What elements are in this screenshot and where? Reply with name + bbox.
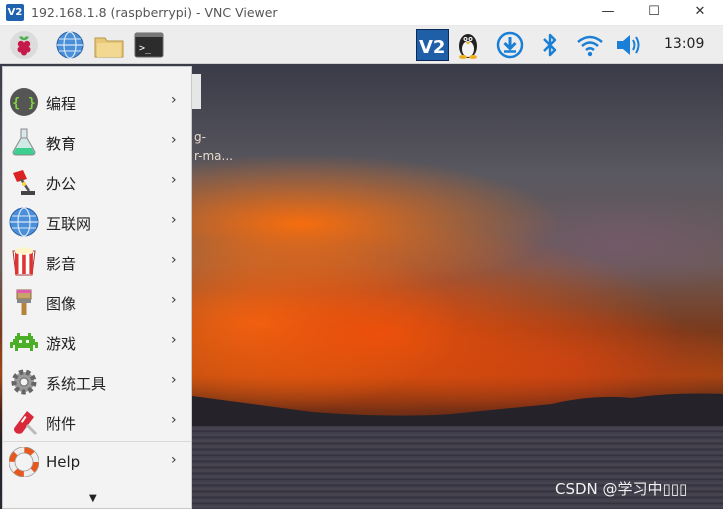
background-window-edge	[192, 74, 201, 109]
application-menu: { } 编程 › 教育 › 办公 › 互联网 › 影音 › 图像 › 游戏 › …	[2, 66, 192, 509]
system-tools-icon	[11, 369, 37, 395]
raspberry-menu-icon[interactable]	[9, 30, 39, 60]
menu-item-label: 游戏	[46, 335, 77, 353]
programming-glyph: { }	[12, 96, 35, 111]
menu-item-programming[interactable]: { } 编程 ›	[3, 83, 191, 121]
submenu-arrow-icon: ›	[171, 92, 177, 108]
background-text-line-2: r-ma...	[194, 149, 233, 163]
maximize-button[interactable]: ☐	[631, 0, 677, 26]
menu-item-office[interactable]: 办公 ›	[3, 163, 191, 201]
programming-icon: { }	[10, 88, 38, 116]
menu-item-system-tools[interactable]: 系统工具 ›	[3, 363, 191, 401]
menu-item-sound-video[interactable]: 影音 ›	[3, 243, 191, 281]
menu-item-label: 办公	[46, 175, 77, 193]
menu-item-label: 互联网	[46, 215, 92, 233]
vnc-server-icon[interactable]: V2	[416, 29, 449, 61]
graphics-icon	[16, 289, 32, 315]
submenu-arrow-icon: ›	[171, 292, 177, 308]
menu-item-education[interactable]: 教育 ›	[3, 123, 191, 161]
menu-item-games[interactable]: 游戏 ›	[3, 323, 191, 361]
wifi-icon[interactable]	[575, 30, 605, 60]
submenu-arrow-icon: ›	[171, 452, 177, 468]
sound-video-icon	[12, 247, 36, 276]
games-icon	[10, 333, 38, 351]
scroll-down-arrow-icon[interactable]: ▼	[89, 493, 97, 504]
menu-item-label: 图像	[46, 295, 77, 313]
help-icon	[9, 447, 39, 477]
terminal-prompt-glyph: >_	[139, 43, 152, 54]
linux-penguin-icon[interactable]	[453, 30, 483, 60]
submenu-arrow-icon: ›	[171, 252, 177, 268]
menu-separator	[3, 441, 191, 442]
clock[interactable]: 13:09	[664, 36, 704, 52]
background-window-text: g- r-ma...	[194, 128, 233, 166]
internet-icon	[9, 207, 39, 237]
taskbar: >_ V2 13:09	[0, 26, 723, 64]
mountain-silhouette	[192, 393, 723, 429]
vnc-server-glyph: V2	[419, 37, 445, 58]
education-icon	[12, 128, 36, 156]
download-icon[interactable]	[495, 30, 525, 60]
vnc-viewer-logo-icon: V2	[6, 4, 24, 21]
csdn-watermark: CSDN @学习中▯▯▯	[555, 480, 688, 498]
menu-item-internet[interactable]: 互联网 ›	[3, 203, 191, 241]
volume-icon[interactable]	[614, 30, 644, 60]
submenu-arrow-icon: ›	[171, 212, 177, 228]
accessories-icon	[14, 411, 38, 436]
office-icon	[13, 170, 35, 195]
menu-item-label: 附件	[46, 415, 77, 433]
file-manager-icon[interactable]	[94, 30, 124, 60]
minimize-button[interactable]: —	[585, 0, 631, 26]
window-title: 192.168.1.8 (raspberrypi) - VNC Viewer	[31, 5, 278, 20]
web-browser-icon[interactable]	[55, 30, 85, 60]
bluetooth-icon[interactable]	[535, 30, 565, 60]
menu-item-accessories[interactable]: 附件 ›	[3, 403, 191, 441]
window-title-bar[interactable]: V2 192.168.1.8 (raspberrypi) - VNC Viewe…	[0, 0, 723, 26]
menu-item-label: 影音	[46, 255, 77, 273]
menu-item-graphics[interactable]: 图像 ›	[3, 283, 191, 321]
menu-item-label: Help	[46, 453, 81, 471]
submenu-arrow-icon: ›	[171, 132, 177, 148]
menu-item-label: 教育	[46, 135, 77, 153]
menu-item-label: 编程	[46, 95, 77, 113]
terminal-icon[interactable]: >_	[134, 30, 164, 60]
background-text-line-1: g-	[194, 130, 206, 144]
submenu-arrow-icon: ›	[171, 412, 177, 428]
close-button[interactable]: ✕	[677, 0, 723, 26]
menu-item-label: 系统工具	[46, 375, 107, 393]
menu-item-help[interactable]: Help ›	[3, 443, 191, 481]
submenu-arrow-icon: ›	[171, 372, 177, 388]
submenu-arrow-icon: ›	[171, 172, 177, 188]
submenu-arrow-icon: ›	[171, 332, 177, 348]
